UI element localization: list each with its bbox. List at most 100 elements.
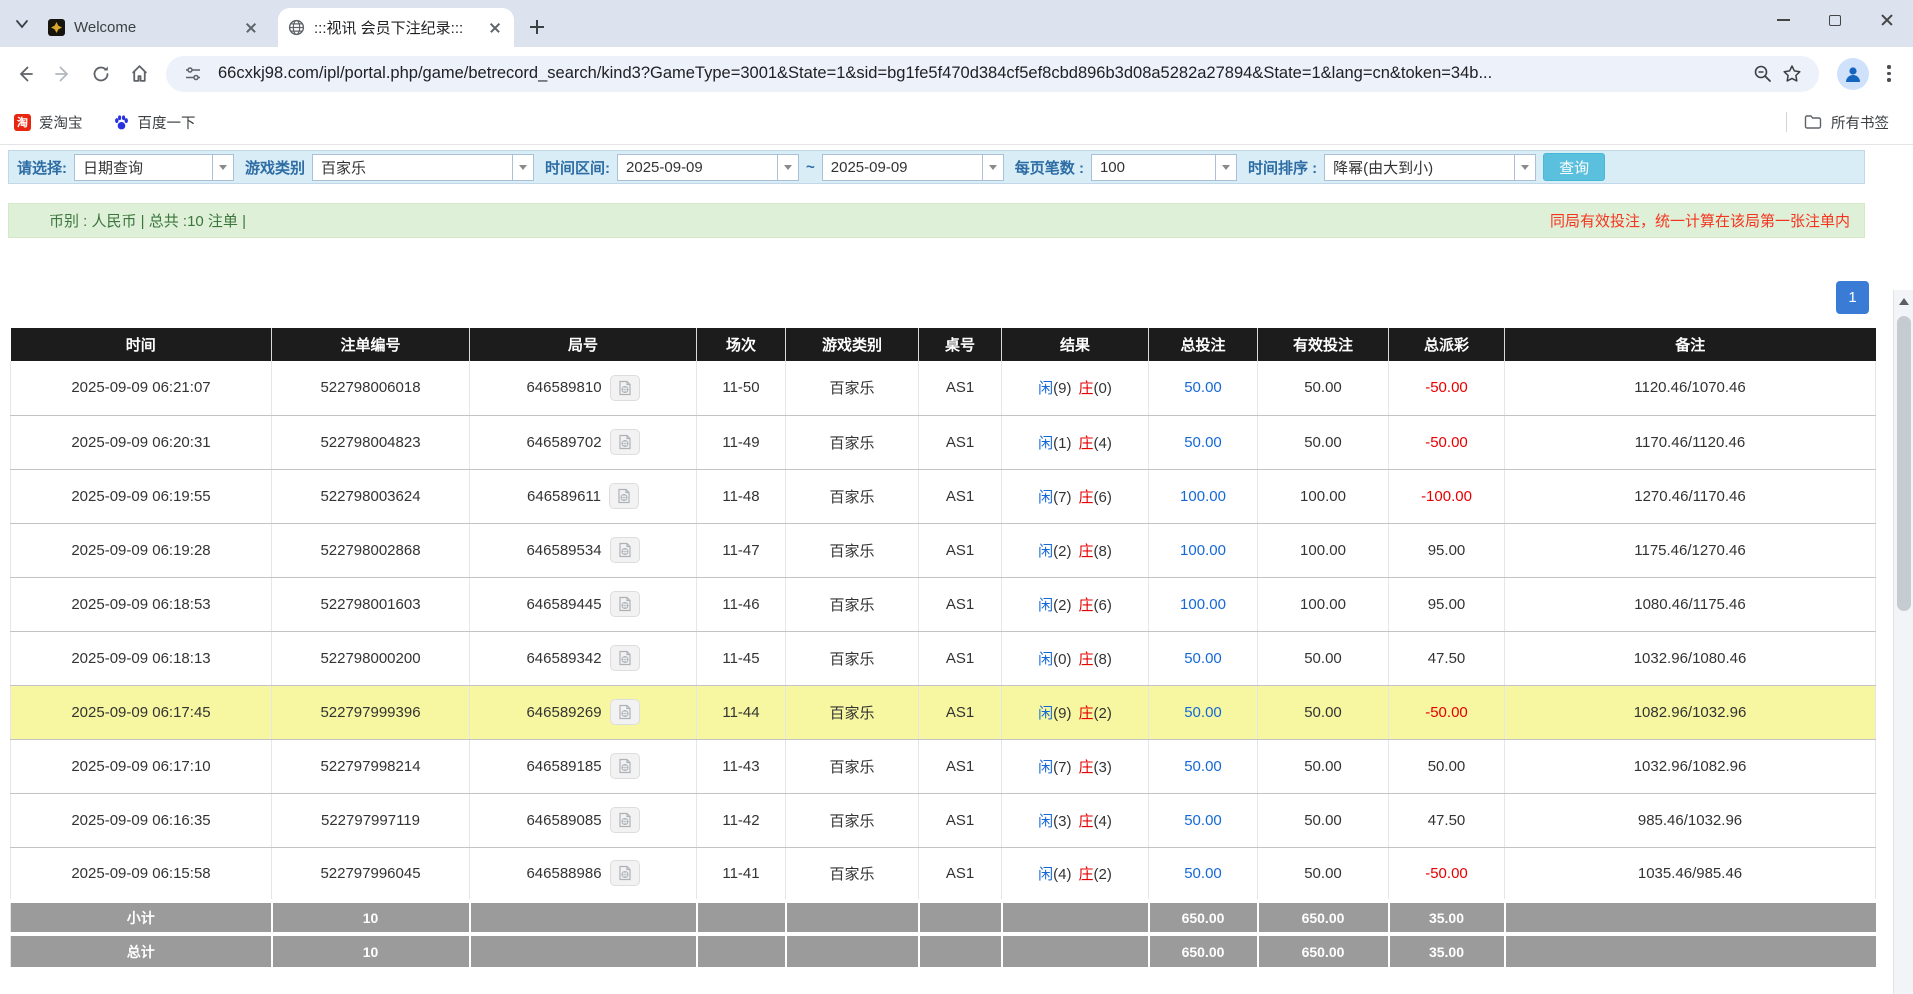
total-bet-cell[interactable]: 50.00 [1149, 793, 1258, 847]
banker-score: (8) [1094, 651, 1112, 668]
total-bet-cell[interactable]: 100.00 [1149, 469, 1258, 523]
back-button[interactable] [6, 55, 44, 93]
bet-id-cell: 522797999396 [272, 685, 470, 739]
tab-welcome[interactable]: Welcome [38, 8, 270, 47]
remark-cell: 1080.46/1175.46 [1505, 577, 1876, 631]
valid-bet-cell: 50.00 [1258, 793, 1389, 847]
video-replay-button[interactable] [610, 375, 640, 401]
site-settings-icon[interactable] [178, 59, 208, 89]
round-id: 646589269 [526, 704, 601, 721]
video-replay-button[interactable] [610, 429, 640, 455]
sort-order-value: 降幂(由大到小) [1325, 155, 1514, 180]
player-label: 闲 [1038, 759, 1053, 776]
home-button[interactable] [120, 55, 158, 93]
minimize-button[interactable] [1757, 0, 1809, 40]
table-row: 2025-09-09 06:18:13 522798000200 6465893… [11, 631, 1876, 685]
summary-total-bet-cell: 650.00 [1149, 901, 1258, 934]
chevron-down-icon[interactable] [1514, 155, 1535, 180]
date-to-select[interactable]: 2025-09-09 [822, 154, 1004, 181]
close-tab-icon[interactable] [242, 19, 260, 37]
chevron-down-icon[interactable] [512, 155, 533, 180]
close-tab-icon[interactable] [486, 19, 504, 37]
tab-search-button[interactable] [8, 10, 36, 38]
player-label: 闲 [1038, 543, 1053, 560]
time-cell: 2025-09-09 06:17:45 [11, 685, 272, 739]
bookmark-label: 爱淘宝 [39, 112, 83, 133]
video-replay-button[interactable] [609, 483, 639, 509]
page-content: 请选择: 日期查询 游戏类别 百家乐 时间区间: 2025-09-09 ~ 20… [0, 145, 1913, 994]
table-row: 2025-09-09 06:17:10 522797998214 6465891… [11, 739, 1876, 793]
all-bookmarks-label: 所有书签 [1831, 112, 1889, 133]
total-bet-cell[interactable]: 50.00 [1149, 361, 1258, 415]
total-bet-cell[interactable]: 50.00 [1149, 631, 1258, 685]
tab-title: :::视讯 会员下注纪录::: [314, 17, 486, 38]
query-type-value: 日期查询 [75, 155, 212, 180]
payout-cell: -100.00 [1389, 469, 1505, 523]
date-from-select[interactable]: 2025-09-09 [617, 154, 799, 181]
scroll-up-arrow-icon[interactable] [1894, 290, 1913, 312]
total-bet-cell[interactable]: 100.00 [1149, 577, 1258, 631]
bookmark-baidu[interactable]: 百度一下 [113, 112, 196, 133]
total-bet-cell[interactable]: 100.00 [1149, 523, 1258, 577]
total-bet-cell[interactable]: 50.00 [1149, 739, 1258, 793]
close-window-button[interactable] [1861, 0, 1913, 40]
profile-avatar[interactable] [1837, 58, 1869, 90]
taobao-icon: 淘 [14, 114, 31, 131]
video-replay-button[interactable] [610, 699, 640, 725]
chevron-down-icon[interactable] [212, 155, 233, 180]
query-type-select[interactable]: 日期查询 [74, 154, 234, 181]
chevron-down-icon[interactable] [777, 155, 798, 180]
banker-score: (6) [1094, 489, 1112, 506]
bookmark-aitaobao[interactable]: 淘 爱淘宝 [14, 112, 83, 133]
scrollbar-thumb[interactable] [1897, 316, 1911, 611]
browser-toolbar: 66cxkj98.com/ipl/portal.php/game/betreco… [0, 47, 1913, 100]
address-bar[interactable]: 66cxkj98.com/ipl/portal.php/game/betreco… [166, 56, 1819, 92]
valid-bet-cell: 100.00 [1258, 577, 1389, 631]
game-type-select[interactable]: 百家乐 [312, 154, 534, 181]
chevron-down-icon[interactable] [1215, 155, 1236, 180]
vertical-scrollbar[interactable] [1893, 290, 1913, 994]
remark-cell: 1082.96/1032.96 [1505, 685, 1876, 739]
valid-bet-cell: 50.00 [1258, 847, 1389, 901]
tab-bet-record[interactable]: :::视讯 会员下注纪录::: [278, 8, 514, 47]
table-no-cell: AS1 [919, 847, 1002, 901]
valid-bet-cell: 100.00 [1258, 469, 1389, 523]
baidu-paw-icon [113, 114, 130, 131]
total-bet-cell[interactable]: 50.00 [1149, 685, 1258, 739]
sort-order-select[interactable]: 降幂(由大到小) [1324, 154, 1536, 181]
video-replay-button[interactable] [610, 807, 640, 833]
result-cell: 闲(0)庄(8) [1002, 631, 1149, 685]
bookmark-star-icon[interactable] [1777, 59, 1807, 89]
menu-kebab-icon[interactable] [1877, 58, 1901, 90]
pagination-page-1[interactable]: 1 [1836, 281, 1869, 314]
game-type-cell: 百家乐 [786, 739, 919, 793]
total-bet-cell[interactable]: 50.00 [1149, 847, 1258, 901]
table-row: 2025-09-09 06:21:07 522798006018 6465898… [11, 361, 1876, 415]
total-bet-cell[interactable]: 50.00 [1149, 415, 1258, 469]
player-score: (9) [1053, 380, 1071, 397]
video-replay-button[interactable] [610, 645, 640, 671]
page-size-label: 每页笔数 : [1015, 157, 1084, 178]
forward-button[interactable] [44, 55, 82, 93]
video-replay-button[interactable] [610, 537, 640, 563]
player-score: (1) [1053, 435, 1071, 452]
chevron-down-icon[interactable] [982, 155, 1003, 180]
zoom-icon[interactable] [1747, 59, 1777, 89]
column-header-10: 备注 [1505, 328, 1876, 361]
search-button[interactable]: 查询 [1543, 153, 1605, 181]
video-replay-button[interactable] [610, 860, 640, 886]
bet-id-cell: 522797998214 [272, 739, 470, 793]
round-id: 646589702 [526, 434, 601, 451]
reload-button[interactable] [82, 55, 120, 93]
page-size-select[interactable]: 100 [1091, 154, 1237, 181]
result-cell: 闲(1)庄(4) [1002, 415, 1149, 469]
maximize-button[interactable] [1809, 0, 1861, 40]
video-replay-button[interactable] [610, 753, 640, 779]
column-header-5: 桌号 [919, 328, 1002, 361]
video-replay-button[interactable] [610, 591, 640, 617]
all-bookmarks[interactable]: 所有书签 [1786, 112, 1889, 133]
url-text[interactable]: 66cxkj98.com/ipl/portal.php/game/betreco… [218, 64, 1747, 83]
round-id-cell: 646589185 [470, 739, 697, 793]
new-tab-button[interactable] [524, 14, 550, 40]
time-cell: 2025-09-09 06:19:28 [11, 523, 272, 577]
